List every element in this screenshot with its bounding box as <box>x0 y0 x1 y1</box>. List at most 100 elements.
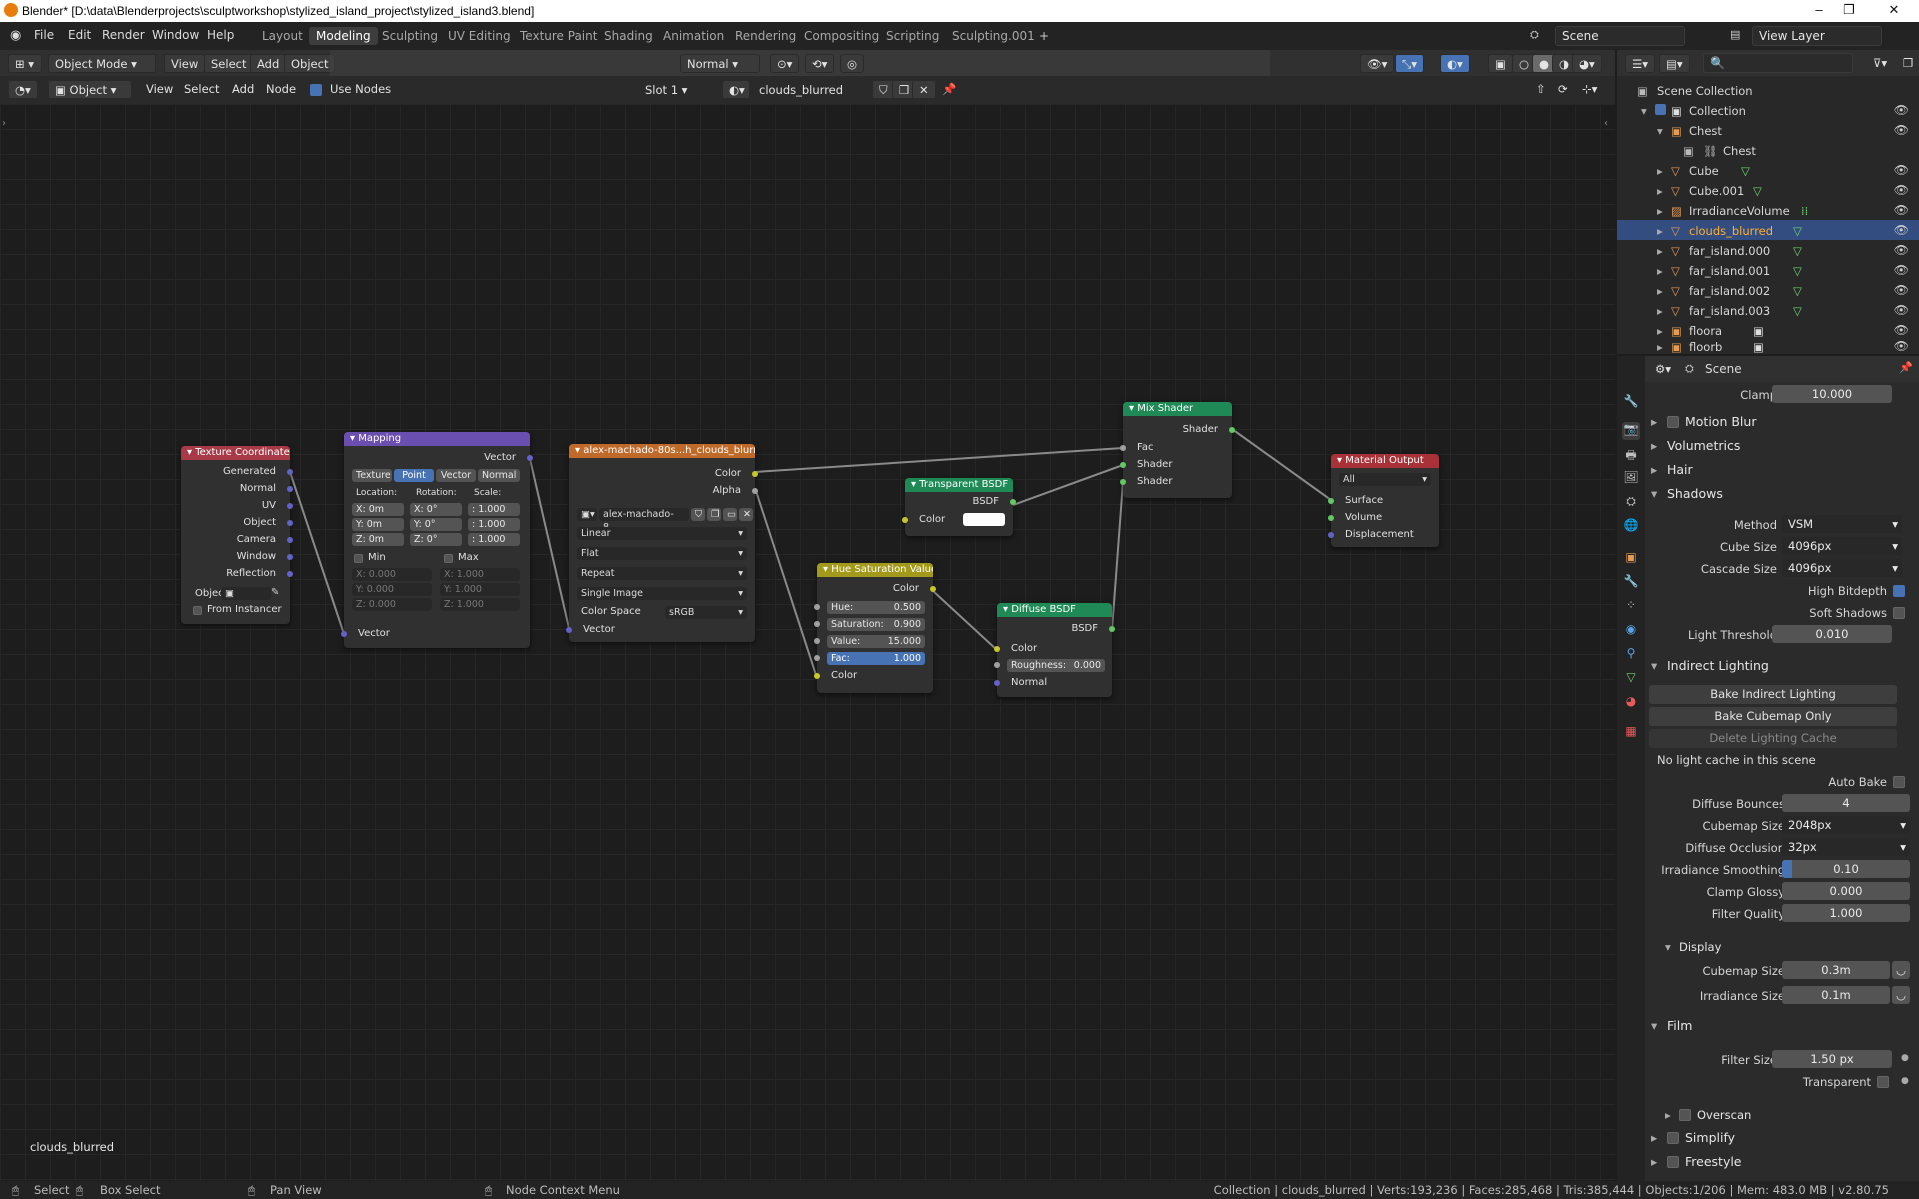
socket-camera[interactable] <box>287 537 293 543</box>
output-target-dropdown[interactable]: All ▾ <box>1339 473 1431 486</box>
socket-reflection[interactable] <box>287 571 293 577</box>
node-transparent-bsdf[interactable]: ▾ Transparent BSDF BSDF Color <box>902 478 1016 536</box>
pin-icon[interactable]: 📌 <box>936 80 962 99</box>
tab-sculpting[interactable]: Sculpting <box>375 27 445 45</box>
display-irradiance-field[interactable]: 0.1m <box>1782 986 1890 1004</box>
socket-huesat-out[interactable] <box>930 586 936 592</box>
blender-menu-icon[interactable]: ◉ <box>10 28 21 43</box>
value-field[interactable]: Value: 15.000 <box>827 635 925 648</box>
rotation-z[interactable]: Z: 0° <box>410 533 462 546</box>
node-hue-saturation[interactable]: ▾ Hue Saturation Value Color Hue: 0.500 S… <box>814 563 936 693</box>
expand-chevron-icon[interactable]: ▸ <box>1657 340 1663 354</box>
projection-dropdown[interactable]: Flat ▾ <box>577 547 747 560</box>
expand-chevron-icon[interactable]: ▸ <box>1657 164 1663 178</box>
socket-huesat-in[interactable] <box>814 673 820 679</box>
overscan-chevron-icon[interactable]: ▸ <box>1665 1108 1671 1122</box>
modifier-tab-icon[interactable]: 🔧 <box>1622 574 1640 592</box>
gizmo-toggle-icon[interactable]: ⤡▾ <box>1395 54 1424 73</box>
properties-editor-type-icon[interactable]: ⚙▾ <box>1649 360 1677 379</box>
node-mapping[interactable]: ▾ Mapping Vector Texture Point Vector No… <box>341 432 533 648</box>
parent-node-tree-icon[interactable]: ⇧ <box>1530 80 1552 99</box>
node-image-texture[interactable]: ▾ alex-machado-80s...h_clouds_blurred.jp… <box>566 444 758 642</box>
tab-uv-editing[interactable]: UV Editing <box>441 27 518 45</box>
simplify-checkbox[interactable] <box>1667 1132 1679 1144</box>
bake-cubemap-button[interactable]: Bake Cubemap Only <box>1649 707 1897 726</box>
mapping-type-normal[interactable]: Normal <box>478 469 520 482</box>
filter-size-field[interactable]: 1.50 px <box>1772 1050 1892 1068</box>
socket-mix-out[interactable] <box>1229 427 1235 433</box>
node-select-menu[interactable]: Select <box>184 82 219 96</box>
soft-shadows-checkbox[interactable] <box>1893 607 1905 619</box>
shadows-chevron-icon[interactable]: ▾ <box>1651 486 1657 501</box>
min-x[interactable]: X: 0.000 <box>352 568 432 581</box>
outliner-item[interactable]: ▸ ▣ floorb ▣ 👁 <box>1617 338 1919 354</box>
tab-scripting[interactable]: Scripting <box>879 27 946 45</box>
diffuse-occlusion-dropdown[interactable]: 32px ▾ <box>1782 838 1910 856</box>
output-tab-icon[interactable]: 🖶 <box>1622 446 1640 464</box>
max-z[interactable]: Z: 1.000 <box>440 598 520 611</box>
volumetrics-chevron-icon[interactable]: ▸ <box>1651 438 1657 453</box>
tab-sculpting-001[interactable]: Sculpting.001 <box>945 27 1042 45</box>
node-view-menu[interactable]: View <box>146 82 173 96</box>
material-browse-icon[interactable]: ◐▾ <box>722 80 750 99</box>
view-layer-tab-icon[interactable]: 🖼 <box>1622 470 1640 488</box>
close-button[interactable]: ✕ <box>1880 2 1908 18</box>
menu-file[interactable]: File <box>34 28 54 42</box>
socket-normal[interactable] <box>287 486 293 492</box>
snapping-icon[interactable]: ⟳ <box>1552 80 1574 99</box>
socket-image-alpha[interactable] <box>752 488 758 494</box>
render-tab-icon[interactable]: 📷 <box>1622 422 1640 440</box>
interpolation-dropdown[interactable]: Linear ▾ <box>577 527 747 540</box>
socket-diffuse-normal[interactable] <box>994 680 1000 686</box>
tab-rendering[interactable]: Rendering <box>728 27 803 45</box>
roughness-field[interactable]: Roughness: 0.000 <box>1007 659 1105 672</box>
menu-help[interactable]: Help <box>207 28 234 42</box>
display-cubemap-field[interactable]: 0.3m <box>1782 961 1890 979</box>
eye-icon[interactable]: 👁 <box>1894 303 1909 317</box>
display-chevron-icon[interactable]: ▾ <box>1665 940 1671 954</box>
freestyle-checkbox[interactable] <box>1667 1156 1679 1168</box>
expand-chevron-icon[interactable]: ▸ <box>1657 264 1663 278</box>
outliner-display-mode-icon[interactable]: ▤▾ <box>1659 54 1690 73</box>
delete-cache-button[interactable]: Delete Lighting Cache <box>1649 729 1897 748</box>
node-image-header[interactable]: ▾ alex-machado-80s...h_clouds_blurred.jp… <box>569 444 755 458</box>
mode-selector[interactable]: Object Mode ▾ <box>48 54 156 73</box>
socket-transparent-out[interactable] <box>1010 499 1016 505</box>
socket-fac[interactable] <box>814 655 820 661</box>
expand-chevron-icon[interactable]: ▸ <box>1657 184 1663 198</box>
image-browse-icon[interactable]: ▣▾ <box>577 508 597 521</box>
location-x[interactable]: X: 0m <box>352 503 404 516</box>
shader-type-selector[interactable]: ▣ Object ▾ <box>48 80 132 99</box>
min-y[interactable]: Y: 0.000 <box>352 583 432 596</box>
tab-modeling[interactable]: Modeling <box>309 27 378 45</box>
cubemap-size-dropdown[interactable]: 2048px ▾ <box>1782 816 1910 834</box>
rotation-y[interactable]: Y: 0° <box>410 518 462 531</box>
display-irradiance-toggle-icon[interactable]: ◡ <box>1892 986 1910 1004</box>
pivot-icon[interactable]: ⊙▾ <box>770 54 800 73</box>
unlink-material-icon[interactable]: ✕ <box>912 80 936 99</box>
pin-icon[interactable]: 📌 <box>1899 361 1913 374</box>
min-z[interactable]: Z: 0.000 <box>352 598 432 611</box>
new-collection-icon[interactable]: ❐ <box>1897 54 1919 73</box>
constraints-tab-icon[interactable]: ⚲ <box>1622 646 1640 664</box>
view-layer-selector[interactable]: View Layer <box>1752 26 1882 46</box>
node-texture-coordinate[interactable]: ▾ Texture Coordinate Generated Normal UV… <box>181 446 293 624</box>
mapping-type-point[interactable]: Point <box>394 469 434 482</box>
simplify-section[interactable]: Simplify <box>1685 1130 1735 1145</box>
image-duplicate-icon[interactable]: ❐ <box>707 508 721 521</box>
world-tab-icon[interactable]: 🌐 <box>1622 518 1640 536</box>
source-dropdown[interactable]: Single Image ▾ <box>577 587 747 600</box>
expand-chevron-icon[interactable]: ▸ <box>1657 304 1663 318</box>
socket-output-surface[interactable] <box>1328 498 1334 504</box>
film-section[interactable]: Film <box>1667 1018 1692 1033</box>
eye-icon[interactable]: 👁 <box>1894 183 1909 197</box>
orientation-selector[interactable]: Normal ▾ <box>680 54 760 73</box>
filter-quality-field[interactable]: 1.000 <box>1782 904 1910 922</box>
max-checkbox[interactable] <box>444 554 453 563</box>
socket-roughness[interactable] <box>994 662 1000 668</box>
eye-icon[interactable]: 👁 <box>1894 203 1909 217</box>
eye-icon[interactable]: 👁 <box>1894 283 1909 297</box>
physics-tab-icon[interactable]: ◉ <box>1622 622 1640 640</box>
freestyle-chevron-icon[interactable]: ▸ <box>1651 1154 1657 1169</box>
irradiance-smoothing-slider[interactable]: 0.10 <box>1782 860 1910 878</box>
